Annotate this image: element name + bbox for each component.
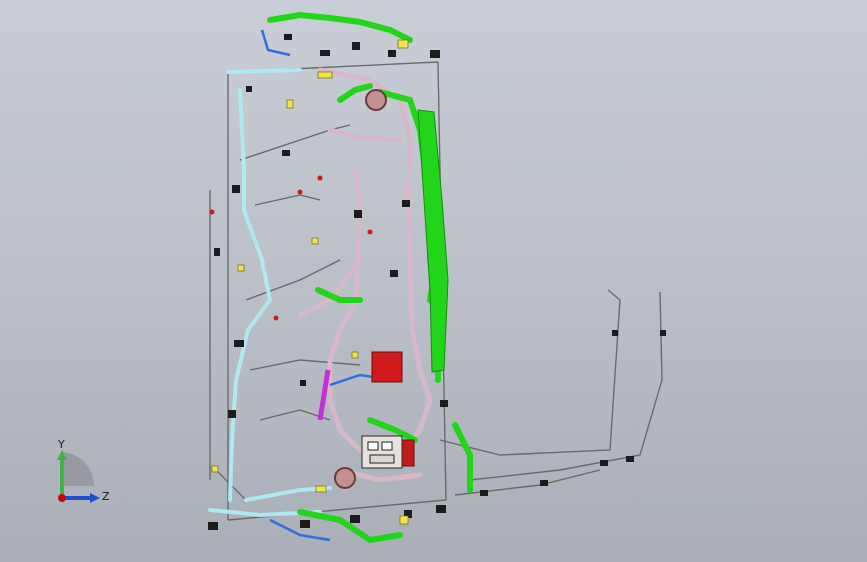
cad-3d-viewport[interactable]: Y Z [0, 0, 867, 562]
harness-green-wide-section [417, 109, 449, 373]
z-axis-label: Z [102, 490, 110, 503]
grommet-group [334, 89, 387, 489]
wiring-harness-model[interactable] [0, 0, 867, 562]
harness-magenta-segment [317, 369, 331, 421]
coordinate-triad: Y Z [50, 438, 120, 510]
y-axis-label: Y [58, 438, 65, 451]
junction-box [361, 435, 403, 469]
